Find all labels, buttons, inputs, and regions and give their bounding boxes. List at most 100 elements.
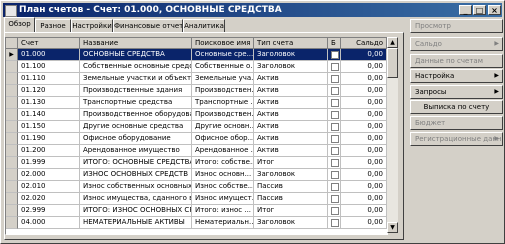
table-row[interactable]: 01.100Собственные основные средстваСобст… — [6, 61, 387, 73]
cell-account: 02.010 — [18, 181, 80, 193]
tab-settings[interactable]: Настройки — [71, 19, 113, 32]
cell-account-type: Актив — [254, 97, 328, 109]
table-row[interactable]: 02.020Износ имущества, сданного в ле...И… — [6, 193, 387, 205]
close-button[interactable]: × — [488, 5, 501, 15]
table-row[interactable]: 02.999ИТОГО: ИЗНОС ОСНОВНЫХ СРЕДСТВИтого… — [6, 205, 387, 217]
cell-name: Износ собственных основных ср... — [80, 181, 192, 193]
setup-button[interactable]: Настройка ▶ — [410, 69, 503, 83]
row-checkbox[interactable] — [331, 135, 339, 143]
row-checkbox[interactable] — [331, 171, 339, 179]
row-checkbox[interactable] — [331, 87, 339, 95]
vertical-scrollbar[interactable]: ▲ ▼ — [387, 37, 398, 233]
table-row[interactable]: 01.200 Арендованное имущество Арендованное… — [6, 145, 387, 157]
budget-button[interactable]: Бюджет — [410, 116, 503, 130]
cell-account-type: Актив — [254, 133, 328, 145]
row-checkbox[interactable] — [331, 159, 339, 167]
table-row[interactable]: 01.190 Офисное оборудование Офисное обор..… — [6, 133, 387, 145]
cell-account: 01.999 — [18, 157, 80, 169]
tab-overview[interactable]: Обзор — [4, 17, 35, 32]
cell-name: Производственное оборудование — [80, 109, 192, 121]
cell-search-name: Собственные о... — [192, 61, 254, 73]
table-row[interactable]: 02.000 ИЗНОС ОСНОВНЫХ СРЕДСТВ Износ основн… — [6, 169, 387, 181]
account-data-button[interactable]: Данные по счетам — [410, 54, 503, 68]
scroll-up-icon[interactable]: ▲ — [387, 37, 398, 48]
maximize-button[interactable]: □ — [473, 5, 486, 15]
queries-button[interactable]: Запросы ▶ — [410, 85, 503, 99]
minimize-button[interactable]: _ — [459, 5, 472, 15]
row-checkbox[interactable] — [331, 219, 339, 227]
cell-search-name: Износ собстве... — [192, 181, 254, 193]
row-checkbox[interactable] — [331, 63, 339, 71]
button-label: Запросы — [415, 88, 447, 96]
row-indicator-icon — [6, 73, 18, 85]
view-button[interactable]: Просмотр — [410, 19, 503, 33]
header-b[interactable]: Б — [328, 38, 341, 49]
row-checkbox[interactable] — [331, 123, 339, 131]
cell-name: Земельные участки и объекты п... — [80, 73, 192, 85]
button-label: Настройка — [415, 72, 455, 80]
cell-b — [328, 205, 341, 217]
cell-search-name: Итого: износ ... — [192, 205, 254, 217]
cell-search-name: Износ основн... — [192, 169, 254, 181]
table-row[interactable]: ▶ 01.000 ОСНОВНЫЕ СРЕДСТВА Основные сре... З… — [6, 49, 387, 61]
cell-saldo: 0,00 — [341, 49, 387, 61]
row-indicator-icon — [6, 169, 18, 181]
table-row[interactable]: 01.130 Транспортные средства Транспортные … — [6, 97, 387, 109]
tab-analytics[interactable]: Аналитика — [183, 19, 225, 32]
cell-search-name: Производствен... — [192, 109, 254, 121]
header-saldo[interactable]: Сальдо — [341, 38, 387, 49]
cell-saldo: 0,00 — [341, 181, 387, 193]
cell-name: ИТОГО: ИЗНОС ОСНОВНЫХ СРЕДСТВ — [80, 205, 192, 217]
cell-account: 02.999 — [18, 205, 80, 217]
cell-account: 01.100 — [18, 61, 80, 73]
cell-search-name: Основные сре... — [192, 49, 254, 61]
header-name[interactable]: Название — [80, 38, 192, 49]
table-row[interactable]: 01.999 ИТОГО: ОСНОВНЫЕ СРЕДСТВА Итого: соб… — [6, 157, 387, 169]
table-row[interactable]: 01.150 Другие основные средства Другие осн… — [6, 121, 387, 133]
row-checkbox[interactable] — [331, 207, 339, 215]
table-row[interactable]: 01.120 Производственные здания Производств… — [6, 85, 387, 97]
cell-account: 02.020 — [18, 193, 80, 205]
scroll-thumb[interactable] — [387, 48, 398, 78]
row-checkbox[interactable] — [331, 183, 339, 191]
cell-account-type: Заголовок — [254, 49, 328, 61]
table-row[interactable]: 01.140Производственное оборудованиеПроиз… — [6, 109, 387, 121]
cell-account-type: Актив — [254, 109, 328, 121]
tab-misc[interactable]: Разное — [35, 19, 71, 32]
row-checkbox[interactable] — [331, 147, 339, 155]
window-title: План счетов - Счет: 01.000, ОСНОВНЫЕ СРЕ… — [19, 5, 282, 15]
row-indicator-icon: ▶ — [6, 49, 18, 61]
tab-financial-reports[interactable]: Финансовые отчеты — [113, 19, 183, 32]
cell-search-name: Земельные уча... — [192, 73, 254, 85]
row-checkbox[interactable] — [331, 51, 339, 59]
saldo-button[interactable]: Сальдо ▶ — [410, 37, 503, 51]
table-row[interactable]: 01.110Земельные участки и объекты п...Зе… — [6, 73, 387, 85]
accounts-grid[interactable]: Счет Название Поисковое имя Тип счета Б … — [5, 37, 388, 235]
cell-search-name: Износ имущест... — [192, 193, 254, 205]
row-indicator-icon — [6, 205, 18, 217]
row-indicator-icon — [6, 193, 18, 205]
cell-saldo: 0,00 — [341, 109, 387, 121]
scroll-down-icon[interactable]: ▼ — [387, 222, 398, 233]
row-checkbox[interactable] — [331, 195, 339, 203]
header-account-type[interactable]: Тип счета — [254, 38, 328, 49]
row-indicator-icon — [6, 145, 18, 157]
cell-account-type: Заголовок — [254, 61, 328, 73]
row-indicator-icon — [6, 133, 18, 145]
header-search-name[interactable]: Поисковое имя — [192, 38, 254, 49]
cell-b — [328, 121, 341, 133]
button-label: Выписка по счету — [423, 103, 490, 111]
table-row[interactable]: 02.010Износ собственных основных ср...Из… — [6, 181, 387, 193]
cell-name: ИЗНОС ОСНОВНЫХ СРЕДСТВ — [80, 169, 192, 181]
row-checkbox[interactable] — [331, 99, 339, 107]
registration-data-button[interactable]: Регистрационные данные ▶ — [410, 132, 503, 146]
account-statement-button[interactable]: Выписка по счету — [410, 100, 503, 114]
cell-saldo: 0,00 — [341, 121, 387, 133]
row-checkbox[interactable] — [331, 75, 339, 83]
title-bar: План счетов - Счет: 01.000, ОСНОВНЫЕ СРЕ… — [3, 3, 502, 17]
table-row[interactable]: 04.000 НЕМАТЕРИАЛЬНЫЕ АКТИВЫ Нематериальн.… — [6, 217, 387, 229]
cell-name: Износ имущества, сданного в ле... — [80, 193, 192, 205]
row-checkbox[interactable] — [331, 111, 339, 119]
cell-name: Офисное оборудование — [80, 133, 192, 145]
header-account[interactable]: Счет — [18, 38, 80, 49]
